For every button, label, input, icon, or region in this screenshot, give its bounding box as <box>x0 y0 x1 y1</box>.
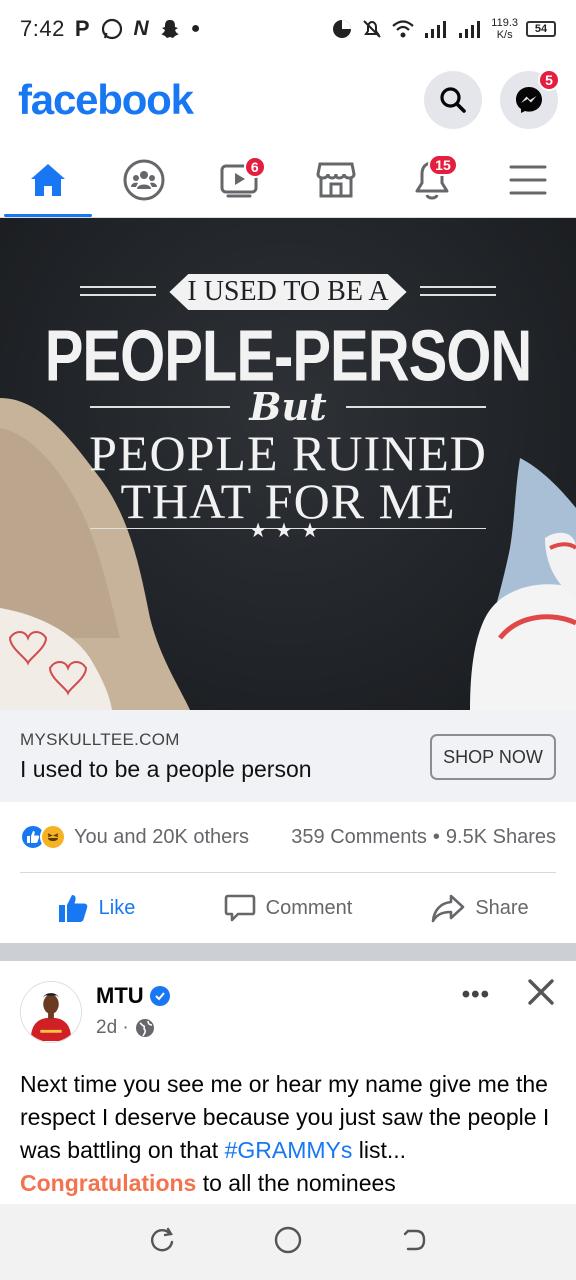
recents-icon <box>151 1227 174 1251</box>
reactions-bar[interactable]: You and 20K others 359 Comments • 9.5K S… <box>0 802 576 872</box>
comment-button[interactable]: Comment <box>192 892 384 924</box>
back-button[interactable] <box>400 1226 428 1259</box>
search-button[interactable] <box>424 71 482 129</box>
share-label: Share <box>475 896 529 919</box>
marketplace-icon <box>316 162 356 197</box>
reaction-summary: You and 20K others <box>74 825 249 848</box>
like-label: Like <box>98 896 136 919</box>
wifi-icon <box>392 20 415 38</box>
battery-icon: 54 <box>526 21 556 37</box>
signal-icon-2 <box>459 21 481 38</box>
snapchat-icon <box>160 20 179 38</box>
close-icon <box>528 979 554 1005</box>
recents-button[interactable] <box>148 1226 176 1259</box>
post-time-row: 2d · <box>96 1017 170 1039</box>
home-nav-button[interactable] <box>273 1225 303 1260</box>
tab-notifications[interactable]: 15 <box>384 142 480 217</box>
post-text-2: list... <box>352 1137 407 1163</box>
verified-badge-icon <box>149 986 170 1006</box>
comment-icon <box>224 894 255 922</box>
shirt-graphic: I USED TO BE A PEOPLE-PERSON But PEOPLE … <box>0 218 576 710</box>
bell-off-icon <box>363 20 381 38</box>
system-nav-bar <box>0 1204 576 1280</box>
network-speed: 119.3 K/s <box>491 17 518 41</box>
facebook-logo[interactable]: facebook <box>18 76 194 124</box>
shirt-line-1: I USED TO BE A <box>169 274 407 310</box>
globe-icon <box>135 1019 154 1037</box>
post-actions: Like Comment Share <box>0 873 576 943</box>
data-saver-icon <box>333 20 352 38</box>
post-time[interactable]: 2d · <box>96 1017 129 1039</box>
avatar-image <box>21 982 81 1041</box>
shares-count[interactable]: 9.5K Shares <box>446 826 556 849</box>
messenger-badge: 5 <box>538 69 560 91</box>
post-header: MTU 2d · ••• <box>0 961 576 1057</box>
shop-now-button[interactable]: SHOP NOW <box>430 734 556 780</box>
feed-separator <box>0 943 576 961</box>
ad-footer[interactable]: MYSKULLTEE.COM I used to be a people per… <box>0 710 576 802</box>
notifications-badge: 15 <box>428 154 458 176</box>
tab-groups[interactable] <box>96 142 192 217</box>
whatsapp-icon <box>101 18 122 40</box>
status-right-icons: 119.3 K/s 54 <box>331 17 556 41</box>
signal-icon <box>425 21 447 38</box>
n-icon: N <box>133 17 149 40</box>
tab-marketplace[interactable] <box>288 142 384 217</box>
dot-icon: ● <box>190 20 201 37</box>
comments-count[interactable]: 359 Comments <box>291 826 427 849</box>
thumbs-up-icon <box>58 895 87 922</box>
post-author-row: MTU <box>96 983 170 1009</box>
groups-icon <box>123 159 165 200</box>
shirt-line-3: But <box>249 384 327 429</box>
haha-reaction-icon <box>40 824 66 850</box>
status-bar: 7:42 P N ● 119.3 K/s 54 <box>0 0 576 58</box>
hamburger-menu-icon <box>509 165 547 194</box>
status-left-icons: P N ● <box>75 16 201 42</box>
back-icon <box>403 1229 425 1250</box>
post-highlight: Congratulations <box>20 1170 197 1196</box>
app-header: facebook 5 <box>0 58 576 142</box>
speed-unit: K/s <box>496 29 513 41</box>
home-icon <box>31 163 65 196</box>
tab-home[interactable] <box>0 142 96 217</box>
nav-tabs: 6 15 <box>0 142 576 218</box>
post-hashtag[interactable]: #GRAMMYs <box>225 1137 353 1163</box>
engagement-counts: 359 Comments • 9.5K Shares <box>291 826 556 849</box>
status-time: 7:42 <box>20 16 65 41</box>
messenger-button[interactable]: 5 <box>500 69 560 129</box>
comment-label: Comment <box>265 896 353 919</box>
speed-value: 119.3 <box>491 17 518 29</box>
post-author[interactable]: MTU <box>96 983 144 1009</box>
tab-watch[interactable]: 6 <box>192 142 288 217</box>
header-actions: 5 <box>424 69 560 129</box>
tab-menu[interactable] <box>480 142 576 217</box>
like-button[interactable]: Like <box>0 893 192 923</box>
messenger-icon <box>516 87 542 113</box>
count-separator: • <box>432 825 440 848</box>
post-options-button[interactable]: ••• <box>462 981 490 1009</box>
shirt-stars: ★★★ <box>249 520 327 542</box>
post-meta: MTU 2d · <box>96 983 170 1039</box>
p-icon: P <box>74 16 90 41</box>
banner-line: I USED TO BE A <box>80 274 496 310</box>
post-body[interactable]: Next time you see me or hear my name giv… <box>20 1068 560 1200</box>
share-button[interactable]: Share <box>384 893 576 923</box>
battery-level: 54 <box>534 23 548 35</box>
hide-post-button[interactable] <box>526 977 556 1012</box>
search-icon <box>440 87 466 113</box>
post-text-3: to all the nominees <box>196 1170 396 1196</box>
ad-image[interactable]: I USED TO BE A PEOPLE-PERSON But PEOPLE … <box>0 218 576 710</box>
reaction-icons <box>20 824 66 850</box>
watch-badge: 6 <box>243 156 266 178</box>
share-icon <box>432 894 465 923</box>
avatar[interactable] <box>20 981 82 1043</box>
home-circle-icon <box>274 1226 302 1253</box>
